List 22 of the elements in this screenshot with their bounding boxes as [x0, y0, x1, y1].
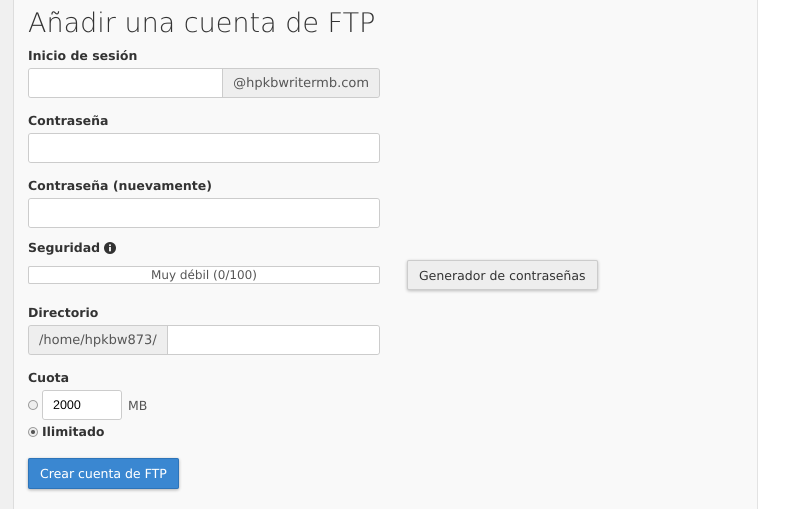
directory-addon: /home/hpkbw873/ [28, 325, 167, 355]
radio-label: Ilimitado [42, 424, 104, 439]
field-label: Cuota [28, 370, 70, 385]
quota-field[interactable]: 2000 [42, 390, 122, 420]
create-account-button[interactable]: Crear cuenta de FTP [28, 458, 179, 489]
password-generator-button[interactable]: Generador de contraseñas [407, 260, 598, 290]
field-label: Contraseña [28, 113, 108, 128]
field-label: Contraseña (nuevamente) [28, 178, 212, 193]
page-title: Añadir una cuenta de FTP [28, 8, 376, 39]
field-label: Seguridad [28, 240, 100, 255]
directory-field[interactable] [166, 325, 380, 355]
radio-button[interactable] [28, 426, 38, 436]
password-field[interactable] [28, 133, 380, 163]
domain-addon: @hpkbwritermb.com [222, 68, 380, 98]
unit-label: MB [128, 398, 148, 412]
strength-reading: Muy débil (0/100) [150, 267, 258, 283]
info-icon[interactable] [104, 242, 116, 254]
radio-button[interactable] [28, 400, 38, 410]
field-label: Inicio de sesión [28, 48, 138, 63]
password-field[interactable] [28, 198, 380, 228]
field-label: Directorio [28, 305, 98, 320]
login-field[interactable] [28, 68, 222, 98]
